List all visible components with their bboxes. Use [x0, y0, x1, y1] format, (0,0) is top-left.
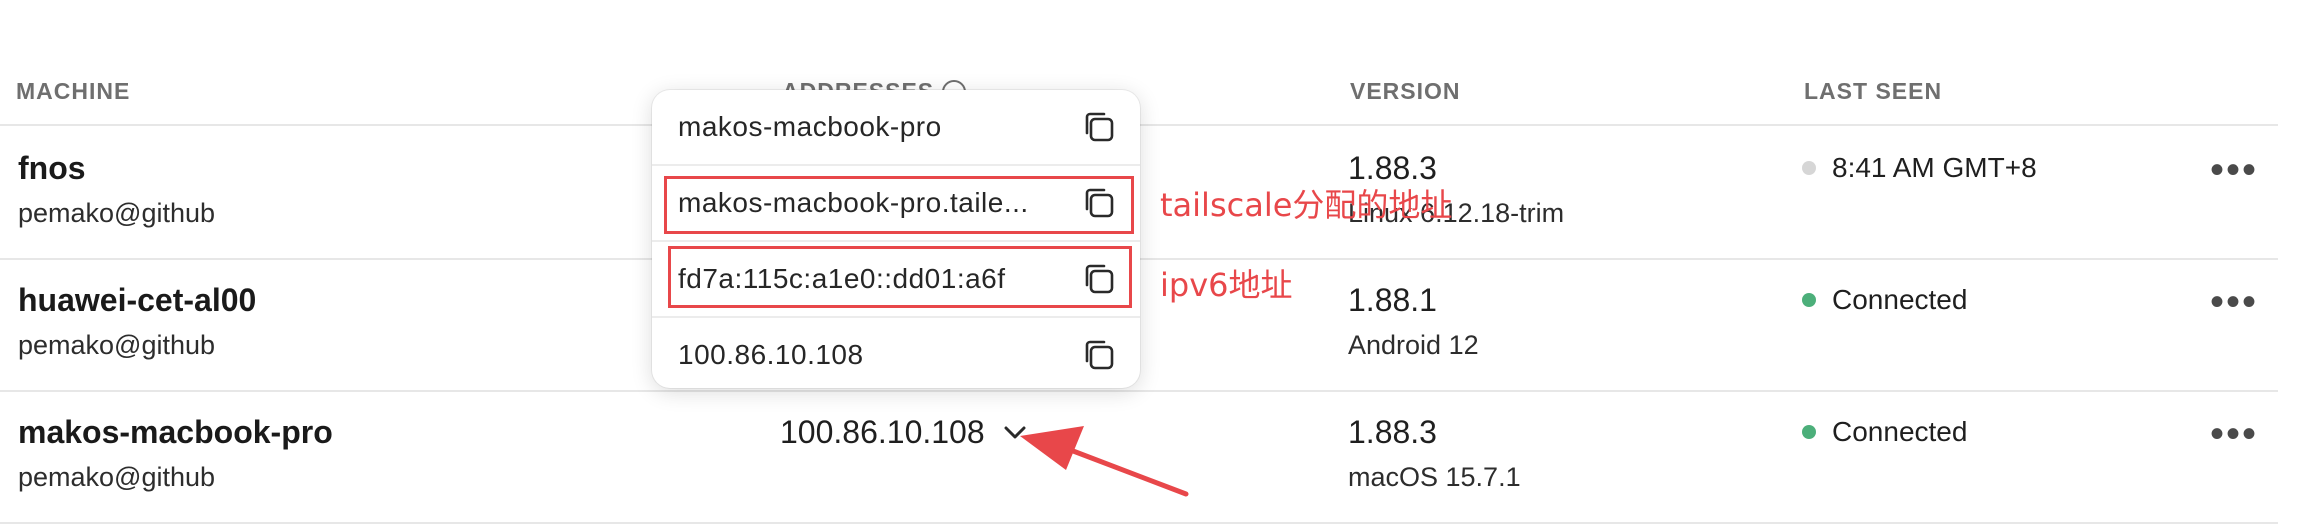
popup-item-label: makos-macbook-pro	[678, 111, 942, 142]
more-icon[interactable]: •••	[2210, 150, 2258, 190]
machine-owner: pemako@github	[18, 198, 216, 228]
last-seen-status: Connected	[1802, 284, 1967, 316]
os-version: macOS 15.7.1	[1348, 462, 1521, 492]
machine-name[interactable]: makos-macbook-pro	[18, 414, 333, 451]
version-number: 1.88.1	[1348, 282, 1437, 318]
last-seen-status: 8:41 AM GMT+8	[1802, 152, 2037, 184]
popup-item-label: 100.86.10.108	[678, 339, 864, 370]
copy-icon[interactable]	[1082, 338, 1116, 372]
status-dot	[1802, 425, 1816, 439]
status-dot	[1802, 293, 1816, 307]
status-text: Connected	[1832, 416, 1968, 447]
address-value: 100.86.10.108	[780, 414, 985, 450]
machine-name[interactable]: huawei-cet-al00	[18, 282, 256, 319]
popup-item-hostname[interactable]: makos-macbook-pro	[652, 90, 1140, 164]
address-popup: makos-macbook-pro makos-macbook-pro.tail…	[652, 90, 1140, 388]
annotation-text-ipv6: ipv6地址	[1160, 266, 1293, 304]
address-dropdown[interactable]: 100.86.10.108	[780, 414, 1027, 451]
header-last-seen: LAST SEEN	[1804, 78, 1943, 104]
more-icon[interactable]: •••	[2210, 414, 2258, 454]
machine-name[interactable]: fnos	[18, 150, 86, 187]
header-version: VERSION	[1350, 78, 1461, 104]
more-icon[interactable]: •••	[2210, 282, 2258, 322]
status-text: Connected	[1832, 284, 1968, 315]
annotation-text-tailscale: tailscale分配的地址	[1160, 186, 1453, 224]
machine-owner: pemako@github	[18, 462, 216, 492]
status-dot	[1802, 161, 1816, 175]
annotation-box-dns	[664, 176, 1134, 234]
machine-owner: pemako@github	[18, 330, 216, 360]
version-number: 1.88.3	[1348, 414, 1437, 450]
header-machine: MACHINE	[16, 78, 131, 104]
arrow-annotation	[1020, 426, 1189, 497]
copy-icon[interactable]	[1082, 110, 1116, 144]
status-text: 8:41 AM GMT+8	[1832, 152, 2037, 183]
annotation-box-ipv6	[668, 246, 1132, 308]
os-version: Android 12	[1348, 330, 1479, 360]
last-seen-status: Connected	[1802, 416, 1967, 448]
popup-item-ipv4[interactable]: 100.86.10.108	[652, 318, 1140, 392]
